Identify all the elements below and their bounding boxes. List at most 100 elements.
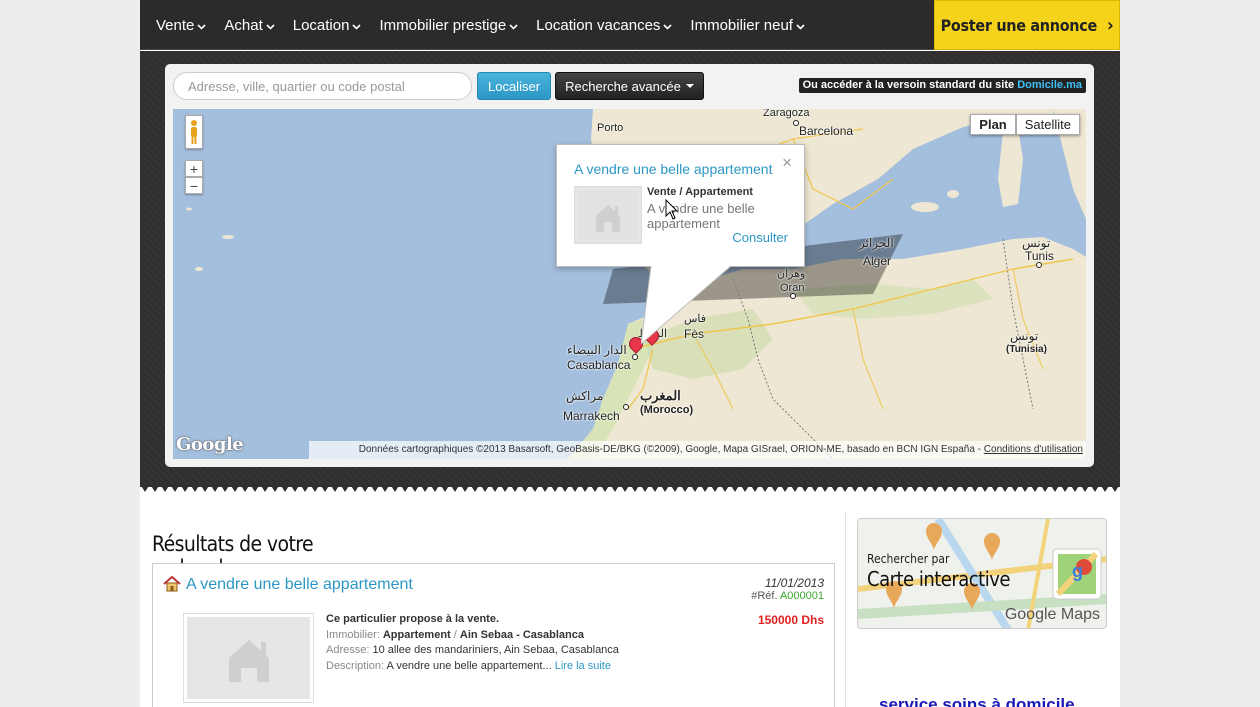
nav-item-label: Achat [224, 16, 263, 34]
immobilier-label: Immobilier: [326, 628, 380, 641]
listing-card: A vendre une belle appartement 11/01/201… [152, 563, 835, 707]
city-label: Alger [863, 254, 892, 268]
zigzag-divider [140, 484, 1120, 492]
adresse-label: Adresse: [326, 644, 370, 656]
localiser-button[interactable]: Localiser [477, 72, 551, 100]
listing-description-row: Description: A vendre une belle appartem… [326, 659, 619, 675]
city-label: تونس [1022, 236, 1051, 250]
immobilier-separator: / [453, 628, 457, 641]
city-label: وهران [777, 268, 806, 280]
consulter-link[interactable]: Consulter [732, 230, 788, 245]
chevron-down-icon [197, 22, 206, 31]
interactive-map-banner[interactable]: g Rechercher par Carte interactive Googl… [857, 518, 1107, 629]
banner-big-text: Carte interactive [867, 567, 1010, 591]
listing-intro: Ce particulier propose à la vente. [326, 613, 500, 625]
chevron-right-icon: › [1106, 14, 1114, 36]
map-panel: Localiser Recherche avancée Ou accéder à… [165, 64, 1094, 467]
attribution-text: Données cartographiques ©2013 Basarsoft,… [358, 444, 984, 455]
nav-item-label: Vente [156, 16, 195, 34]
nav-item-immobilier-prestige[interactable]: Immobilier prestige [379, 17, 518, 34]
nav-item-label: Immobilier prestige [379, 16, 507, 34]
read-more-link[interactable]: Lire la suite [555, 660, 611, 672]
top-navigation-bar: Vente Achat Location Immobilier prestige… [140, 0, 1120, 50]
standard-site-link[interactable]: Domicile.ma [1017, 79, 1082, 91]
street-view-pegman-icon[interactable] [185, 115, 203, 149]
country-label: (Tunisia) [1006, 344, 1047, 355]
nav-item-immobilier-neuf[interactable]: Immobilier neuf [690, 17, 805, 34]
listing-price: 150000 Dhs [757, 613, 824, 627]
address-search-input[interactable] [173, 72, 472, 100]
city-marker-icon [632, 354, 638, 360]
nav-item-achat[interactable]: Achat [224, 16, 275, 34]
listing-thumbnail[interactable] [574, 186, 642, 244]
listing-title-link[interactable]: A vendre une belle appartement [186, 576, 413, 594]
zoom-out-button[interactable]: − [185, 177, 203, 194]
listing-reference: #Réf. A000001 [751, 590, 824, 602]
localiser-label: Localiser [487, 78, 541, 94]
city-label: الجزائر [859, 236, 894, 250]
city-marker-icon [1036, 262, 1042, 268]
mouse-cursor-icon [665, 199, 679, 220]
close-icon[interactable]: × [782, 153, 792, 173]
immobilier-location: Ain Sebaa - Casablanca [459, 628, 584, 641]
service-link[interactable]: service soins à domicile [879, 695, 1075, 707]
map-type-control: Plan Satellite [970, 114, 1080, 135]
advanced-search-button[interactable]: Recherche avancée [555, 72, 704, 100]
map-info-window: A vendre une belle appartement × Vente /… [556, 144, 805, 267]
adresse-value: 10 allee des mandariniers, Ain Sebaa, Ca… [372, 644, 619, 656]
nav-item-label: Location vacances [536, 16, 661, 34]
zoom-control: + − [185, 160, 203, 194]
house-icon [163, 576, 181, 592]
advanced-search-label: Recherche avancée [565, 78, 681, 94]
google-logo: Google [176, 434, 244, 455]
chevron-down-icon [352, 22, 362, 31]
nav-item-label: Immobilier neuf [690, 16, 793, 34]
sidebar-divider [845, 512, 846, 707]
standard-site-notice: Ou accéder à la versoin standard du site… [798, 78, 1086, 93]
country-label: (Morocco) [640, 404, 694, 416]
standard-site-text: Ou accéder à la versoin standard du site [802, 79, 1015, 91]
caret-down-icon [685, 84, 694, 88]
chevron-down-icon [509, 22, 518, 31]
banner-small-text: Rechercher par [867, 552, 950, 566]
post-ad-label: Poster une annonce [940, 15, 1098, 35]
chevron-down-icon [663, 22, 672, 31]
listing-address-row: Adresse: 10 allee des mandariniers, Ain … [326, 643, 619, 659]
terms-link[interactable]: Conditions d'utilisation [984, 444, 1083, 455]
house-placeholder-icon [228, 640, 269, 682]
chevron-down-icon [796, 22, 805, 31]
nav-item-vente[interactable]: Vente [156, 17, 206, 34]
nav-item-location-vacances[interactable]: Location vacances [536, 17, 672, 34]
nav-item-label: Location [292, 16, 350, 34]
svg-text:g: g [1072, 561, 1083, 581]
description-value: A vendre une belle appartement... [386, 659, 552, 672]
info-window-title[interactable]: A vendre une belle appartement [574, 161, 772, 177]
city-label: Marrakech [563, 409, 620, 423]
listing-date: 11/01/2013 [764, 576, 824, 590]
city-marker-icon [623, 404, 629, 410]
city-label: Barcelona [799, 124, 854, 138]
map-attribution: Données cartographiques ©2013 Basarsoft,… [308, 441, 1086, 459]
map-type-satellite-button[interactable]: Satellite [1015, 114, 1080, 135]
reference-label: #Réf. [751, 590, 778, 602]
city-marker-icon [790, 293, 796, 299]
map-type-plan-button[interactable]: Plan [970, 114, 1016, 135]
listing-property-row: Immobilier: Appartement / Ain Sebaa - Ca… [326, 628, 619, 644]
nav-item-location[interactable]: Location [293, 17, 362, 34]
info-window-type: Vente / Appartement [647, 186, 753, 198]
main-nav: Vente Achat Location Immobilier prestige… [156, 0, 823, 50]
house-placeholder-icon [578, 190, 638, 240]
immobilier-type: Appartement [382, 628, 451, 641]
city-label: مراكش [566, 389, 604, 403]
interactive-map[interactable]: + − Plan Satellite Zaragoza Porto Barcel… [173, 109, 1086, 459]
city-label: Tunis [1025, 249, 1054, 263]
listing-photo[interactable] [183, 613, 314, 703]
post-ad-button[interactable]: Poster une annonce › [934, 0, 1120, 50]
city-label: Porto [597, 122, 624, 134]
country-label: تونس [1010, 329, 1039, 343]
zoom-in-button[interactable]: + [185, 160, 203, 177]
country-label: المغرب [640, 388, 681, 403]
city-label: Zaragoza [763, 109, 810, 119]
listing-details: Ce particulier propose à la vente. Immob… [326, 612, 619, 674]
reference-value: A000001 [779, 590, 824, 602]
